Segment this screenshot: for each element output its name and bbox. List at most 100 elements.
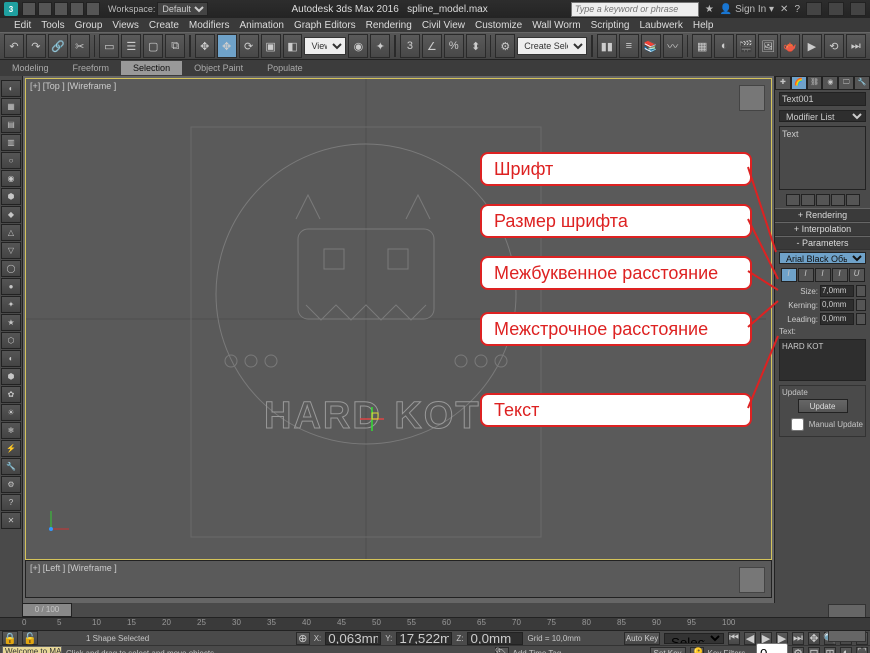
pin-stack-button[interactable] <box>786 194 800 206</box>
viewport-top-label[interactable]: [+] [Top ] [Wireframe ] <box>30 81 116 91</box>
align-justify-button[interactable]: I <box>832 268 848 282</box>
angle-snap-button[interactable]: ∠ <box>422 34 442 58</box>
infocenter-icon[interactable]: ★ <box>705 4 714 15</box>
utilities-tab[interactable]: 🔧 <box>854 76 870 90</box>
named-sel-button[interactable]: ⚙ <box>495 34 515 58</box>
percent-snap-button[interactable]: % <box>444 34 464 58</box>
play-end-button[interactable]: ⏭ <box>792 632 804 645</box>
modify-tab[interactable]: 🌈 <box>791 76 807 90</box>
keyfilters-button[interactable]: Key Filters... <box>708 649 752 653</box>
spinner-snap-button[interactable]: ⬍ <box>466 34 486 58</box>
mirror-button[interactable]: ▮▮ <box>597 34 617 58</box>
qat-open-icon[interactable] <box>38 2 52 16</box>
current-frame[interactable] <box>756 643 788 653</box>
scale-button[interactable]: ▣ <box>261 34 281 58</box>
viewcube[interactable] <box>739 85 765 111</box>
timetag-label[interactable]: Add Time Tag <box>513 649 562 653</box>
maximize-button[interactable] <box>828 2 844 16</box>
underline-button[interactable]: U <box>849 268 865 282</box>
selection-set-select[interactable]: Create Selection Se <box>517 37 587 55</box>
layers-button[interactable]: 📚 <box>641 34 661 58</box>
leftbar-btn-21[interactable]: 🔧 <box>1 458 21 475</box>
maxscript-prompt[interactable]: Welcome to MA <box>2 646 62 653</box>
modifier-stack[interactable]: Text <box>779 126 866 190</box>
create-tab[interactable]: ✚ <box>775 76 791 90</box>
manual-update-checkbox[interactable]: Manual Update <box>782 415 863 434</box>
menu-rendering[interactable]: Rendering <box>366 20 412 31</box>
menu-views[interactable]: Views <box>112 20 139 31</box>
menu-wallworm[interactable]: Wall Worm <box>532 20 580 31</box>
leftbar-btn-2[interactable]: ▤ <box>1 116 21 133</box>
font-select[interactable]: Arial Black Обычный <box>779 252 866 264</box>
kerning-spin-buttons[interactable] <box>856 299 866 311</box>
leftbar-btn-12[interactable]: ✦ <box>1 296 21 313</box>
select-name-button[interactable]: ☰ <box>121 34 141 58</box>
menu-group[interactable]: Group <box>75 20 103 31</box>
align-button[interactable]: ≡ <box>619 34 639 58</box>
coord-x[interactable] <box>325 632 381 645</box>
configure-button[interactable] <box>846 194 860 206</box>
help-icon[interactable]: ? <box>794 4 800 15</box>
close-button[interactable] <box>850 2 866 16</box>
menu-civilview[interactable]: Civil View <box>422 20 465 31</box>
coord-y[interactable] <box>396 632 452 645</box>
rollout-parameters[interactable]: - Parameters <box>775 236 870 250</box>
move-button[interactable]: ✥ <box>217 34 237 58</box>
pivot-button[interactable]: ◉ <box>348 34 368 58</box>
display-tab[interactable]: 🖵 <box>838 76 854 90</box>
leftbar-btn-0[interactable]: ◐ <box>1 80 21 97</box>
leftbar-btn-19[interactable]: ❄ <box>1 422 21 439</box>
render-prod-button[interactable]: ▶ <box>802 34 822 58</box>
menu-create[interactable]: Create <box>149 20 179 31</box>
object-name-field[interactable] <box>779 92 866 106</box>
leftbar-btn-16[interactable]: ⬢ <box>1 368 21 385</box>
align-right-button[interactable]: I <box>815 268 831 282</box>
menu-help[interactable]: Help <box>693 20 714 31</box>
setkey-button[interactable]: Set Key <box>650 647 686 653</box>
render-frame-button[interactable]: 🖼 <box>758 34 778 58</box>
unlink-button[interactable]: ✂ <box>70 34 90 58</box>
search-input[interactable] <box>571 2 699 17</box>
refcoord-select[interactable]: View <box>304 37 346 55</box>
leftbar-btn-10[interactable]: ◯ <box>1 260 21 277</box>
qat-new-icon[interactable] <box>22 2 36 16</box>
ribbon-tab-populate[interactable]: Populate <box>255 61 315 75</box>
key-icon[interactable]: 🔑 <box>690 647 704 653</box>
render-iter-button[interactable]: ⟲ <box>824 34 844 58</box>
signin-button[interactable]: 👤 Sign In ▾ <box>720 4 774 15</box>
leftbar-btn-1[interactable]: ▦ <box>1 98 21 115</box>
menu-modifiers[interactable]: Modifiers <box>189 20 230 31</box>
lock-icon[interactable]: 🔒 <box>2 631 18 645</box>
placement-button[interactable]: ◧ <box>283 34 303 58</box>
leftbar-btn-20[interactable]: ⚡ <box>1 440 21 457</box>
ribbon-tab-selection[interactable]: Selection <box>121 61 182 75</box>
abs-rel-icon[interactable]: ⊕ <box>296 632 310 645</box>
leftbar-btn-22[interactable]: ⚙ <box>1 476 21 493</box>
menu-grapheditors[interactable]: Graph Editors <box>294 20 356 31</box>
qat-save-icon[interactable] <box>54 2 68 16</box>
keymode-select[interactable]: Selected <box>664 633 724 644</box>
show-end-button[interactable] <box>801 194 815 206</box>
leftbar-btn-24[interactable]: ✕ <box>1 512 21 529</box>
snap-button[interactable]: 3 <box>400 34 420 58</box>
schematic-button[interactable]: ▦ <box>692 34 712 58</box>
play-start-button[interactable]: ⏮ <box>728 632 740 645</box>
leftbar-btn-23[interactable]: ? <box>1 494 21 511</box>
size-spin-buttons[interactable] <box>856 285 866 297</box>
menu-edit[interactable]: Edit <box>14 20 31 31</box>
filter-button[interactable]: ⧉ <box>165 34 185 58</box>
align-center-button[interactable]: I <box>798 268 814 282</box>
curve-editor-button[interactable]: 〰 <box>663 34 683 58</box>
nav-pan-button[interactable]: ✥ <box>808 632 820 645</box>
ribbon-tab-object paint[interactable]: Object Paint <box>182 61 255 75</box>
menu-animation[interactable]: Animation <box>239 20 283 31</box>
leading-spin-buttons[interactable] <box>856 313 866 325</box>
undo-button[interactable]: ↶ <box>4 34 24 58</box>
menu-tools[interactable]: Tools <box>41 20 64 31</box>
qat-undo-icon[interactable] <box>70 2 84 16</box>
nav-fov-button[interactable]: ◐ <box>840 647 852 653</box>
menu-scripting[interactable]: Scripting <box>591 20 630 31</box>
leftbar-btn-4[interactable]: ○ <box>1 152 21 169</box>
text-input[interactable]: HARD KOT <box>779 339 866 381</box>
update-button[interactable]: Update <box>798 399 848 413</box>
